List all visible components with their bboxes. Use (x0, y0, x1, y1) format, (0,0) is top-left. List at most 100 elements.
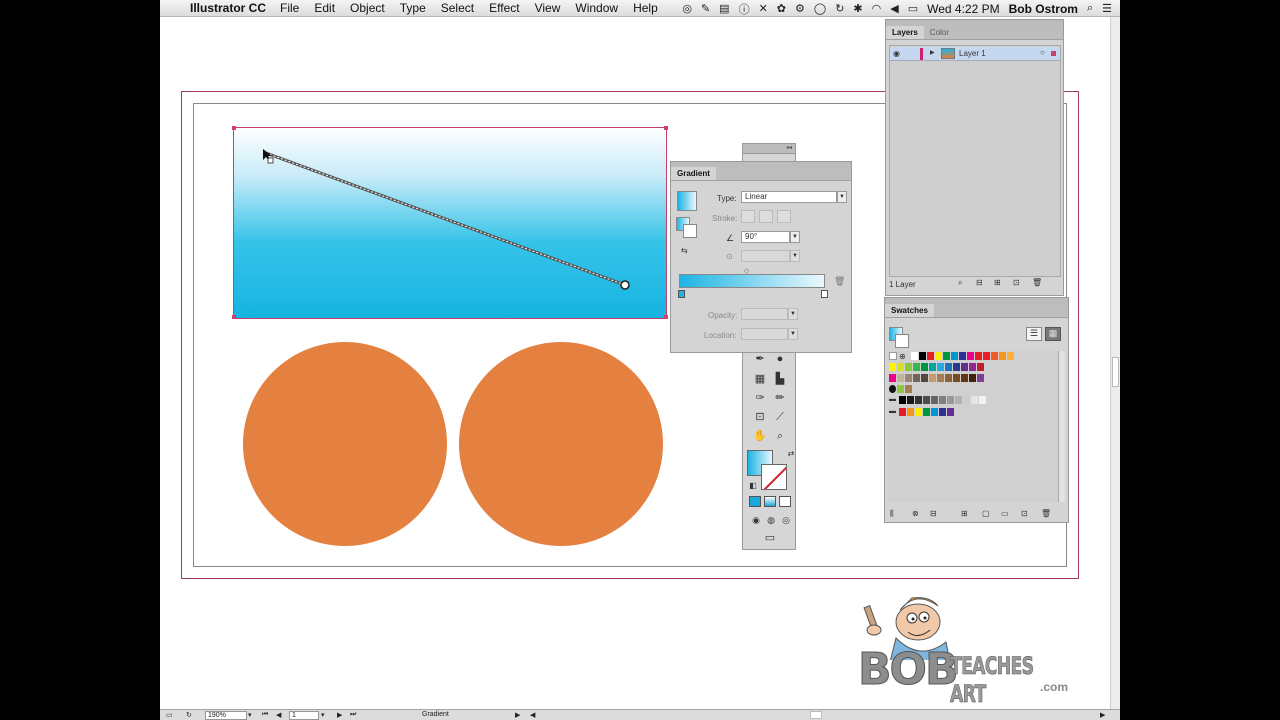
zoom-tool-icon[interactable]: ⌕ (772, 428, 788, 444)
mesh-tool-icon[interactable]: ✑ (752, 390, 768, 406)
chevron-down-icon[interactable]: ▼ (790, 250, 800, 262)
color-swatch[interactable] (951, 352, 958, 360)
swatch-options-icon[interactable]: ⊞ (961, 509, 968, 518)
color-swatch[interactable] (959, 352, 966, 360)
color-swatch[interactable] (999, 352, 1006, 360)
color-swatch[interactable] (935, 352, 942, 360)
color-swatch[interactable] (939, 396, 946, 404)
layer-row[interactable]: ◉ ▶ Layer 1 ○ (890, 47, 1060, 61)
color-swatch[interactable] (961, 363, 968, 371)
chevron-down-icon[interactable]: ▾ (321, 711, 325, 719)
color-swatch[interactable] (937, 374, 944, 382)
color-swatch[interactable] (905, 374, 912, 382)
default-fill-stroke-icon[interactable]: ◧ (745, 478, 761, 494)
pattern-swatch[interactable] (889, 385, 896, 393)
symbol-sprayer-icon[interactable]: ▦ (752, 371, 768, 387)
color-swatch[interactable] (897, 363, 904, 371)
folder-icon[interactable]: ▬ (889, 408, 896, 415)
clipping-mask-icon[interactable]: ⊟ (976, 278, 983, 287)
hand-tool-icon[interactable]: ✋ (752, 428, 768, 444)
color-swatch[interactable] (955, 396, 962, 404)
color-swatch[interactable] (923, 396, 930, 404)
color-swatch[interactable] (943, 352, 950, 360)
color-swatch[interactable] (929, 363, 936, 371)
color-swatch[interactable] (977, 363, 984, 371)
opacity-field[interactable] (741, 308, 788, 320)
expand-triangle-icon[interactable]: ▶ (930, 49, 935, 56)
scrollbar[interactable] (1058, 351, 1065, 502)
color-swatch[interactable] (969, 363, 976, 371)
add-to-library-icon[interactable]: ⊗ (912, 509, 919, 518)
color-swatch[interactable] (907, 396, 914, 404)
artboard-number-field[interactable]: 1 (289, 711, 319, 720)
delete-layer-icon[interactable]: 🗑 (1032, 278, 1042, 287)
color-swatch[interactable] (931, 396, 938, 404)
new-group-icon[interactable]: ▭ (1001, 509, 1009, 518)
next-artboard-icon[interactable]: ▶ (337, 711, 342, 719)
color-swatch[interactable] (953, 374, 960, 382)
color-swatch[interactable] (939, 408, 946, 416)
trash-icon[interactable]: 🗑 (834, 276, 845, 287)
screen-mode-icon[interactable]: ▭ (762, 530, 778, 546)
chevron-down-icon[interactable]: ▾ (248, 711, 252, 719)
color-swatch[interactable] (915, 396, 922, 404)
color-swatch[interactable] (979, 396, 986, 404)
new-swatch-icon[interactable]: ⊡ (1021, 509, 1028, 518)
gradient-type-select[interactable]: Linear (741, 191, 837, 203)
pattern-swatch[interactable] (897, 385, 904, 393)
color-swatch[interactable] (931, 408, 938, 416)
shape-builder-icon[interactable]: ● (772, 351, 788, 367)
color-swatch[interactable] (947, 396, 954, 404)
draw-normal-icon[interactable]: ◉ (748, 512, 764, 528)
draw-behind-icon[interactable]: ◍ (763, 512, 779, 528)
stroke-across-button[interactable] (777, 210, 791, 223)
color-swatch[interactable] (969, 374, 976, 382)
color-swatch[interactable] (907, 408, 914, 416)
horizontal-scroll-thumb[interactable] (810, 711, 822, 719)
color-swatch[interactable] (899, 408, 906, 416)
color-swatch[interactable] (953, 363, 960, 371)
new-sublayer-icon[interactable]: ⊞ (994, 278, 1001, 287)
color-swatch[interactable] (975, 352, 982, 360)
last-artboard-icon[interactable]: ⏭ (350, 711, 356, 719)
color-swatch[interactable] (991, 352, 998, 360)
pattern-swatch[interactable] (905, 385, 912, 393)
stroke-swatch[interactable] (761, 464, 787, 490)
graph-tool-icon[interactable]: ▙ (772, 371, 788, 387)
swap-fill-stroke-icon[interactable]: ⇄ (783, 446, 799, 462)
color-swatch[interactable] (897, 374, 904, 382)
aspect-ratio-field[interactable] (741, 250, 790, 262)
color-swatch[interactable] (1007, 352, 1014, 360)
swatch-libraries-icon[interactable]: ⫼ (890, 509, 894, 519)
stroke-within-button[interactable] (741, 210, 755, 223)
locate-object-icon[interactable]: ⌕ (958, 278, 962, 288)
layer-name[interactable]: Layer 1 (959, 49, 986, 58)
color-swatch[interactable] (913, 363, 920, 371)
gradient-slider[interactable] (679, 274, 825, 288)
artboard-tool-icon[interactable]: ⊡ (752, 409, 768, 425)
color-swatch[interactable] (889, 363, 896, 371)
color-swatch[interactable] (919, 352, 926, 360)
chevron-down-icon[interactable]: ▼ (837, 191, 847, 203)
color-swatch[interactable] (923, 408, 930, 416)
color-swatch[interactable] (983, 352, 990, 360)
artboard-nav-icon[interactable]: ▭ (166, 711, 173, 719)
delete-swatch-icon[interactable]: 🗑 (1041, 509, 1051, 518)
draw-inside-icon[interactable]: ◎ (778, 512, 794, 528)
rotate-view-icon[interactable]: ↻ (186, 711, 192, 719)
none-mode-button[interactable] (779, 496, 791, 507)
color-swatch[interactable] (889, 374, 896, 382)
color-swatch[interactable] (945, 363, 952, 371)
color-swatch[interactable] (929, 374, 936, 382)
color-swatch[interactable] (963, 396, 970, 404)
status-menu-icon[interactable]: ▶ (515, 711, 520, 719)
color-swatch[interactable] (961, 374, 968, 382)
reverse-gradient-icon[interactable]: ⇆ (681, 246, 688, 255)
eyedropper-icon[interactable]: ✏ (772, 390, 788, 406)
grid-view-icon[interactable]: ▦ (1045, 327, 1061, 341)
angle-field[interactable]: 90° (741, 231, 790, 243)
color-swatch[interactable] (937, 363, 944, 371)
color-swatch[interactable] (977, 374, 984, 382)
color-swatch[interactable] (899, 396, 906, 404)
list-view-icon[interactable]: ☰ (1026, 327, 1042, 341)
